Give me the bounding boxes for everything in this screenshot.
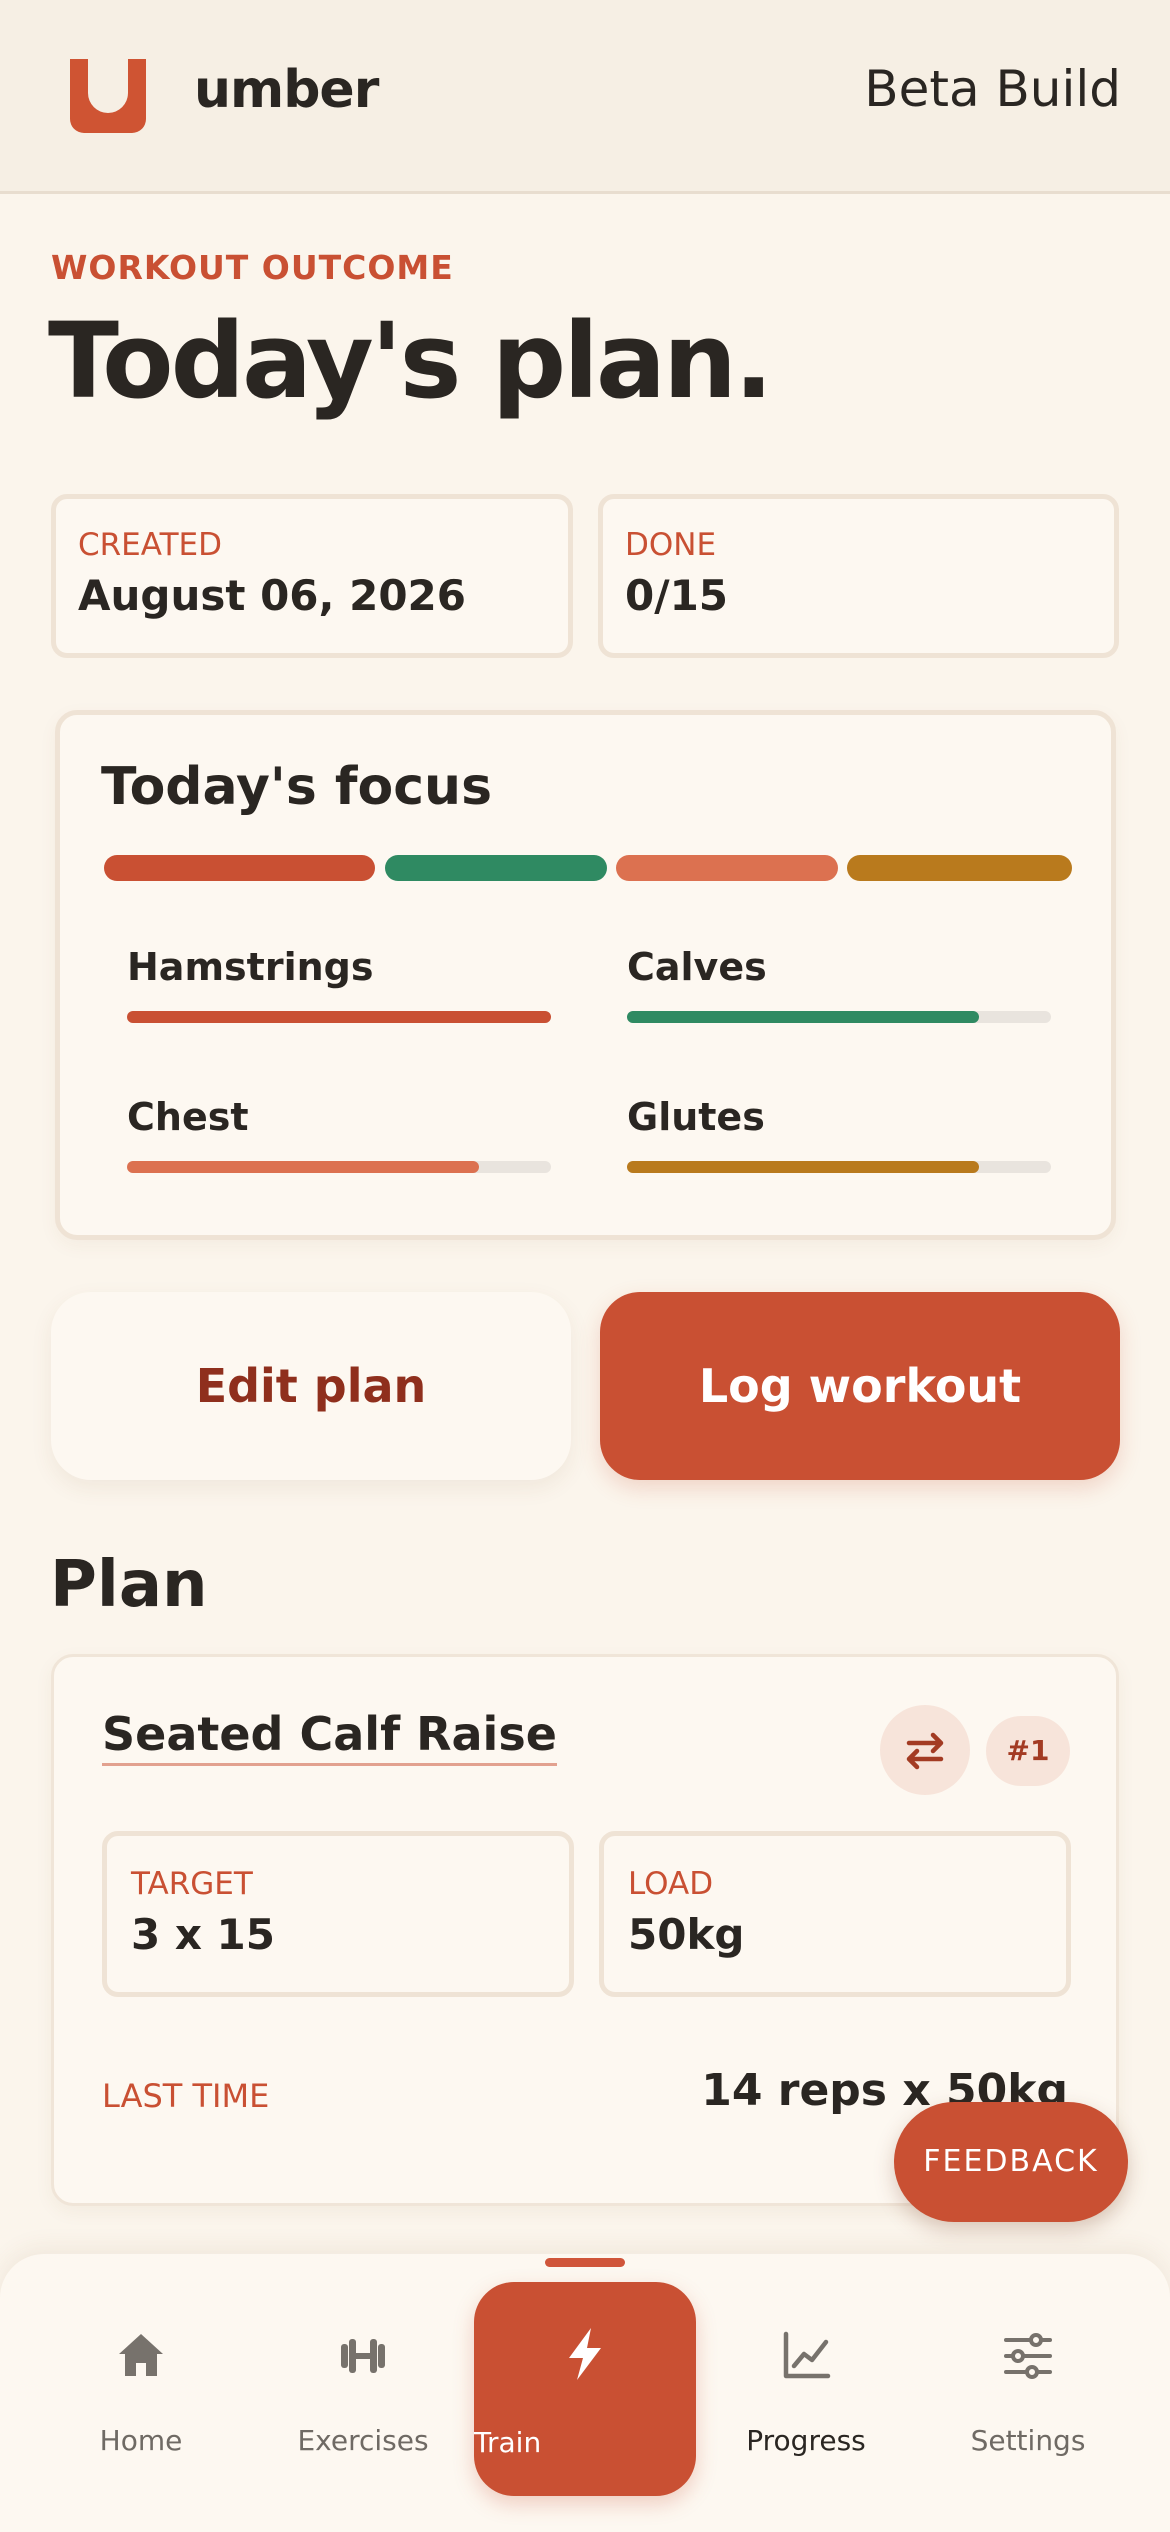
muscle-fill (627, 1161, 979, 1173)
swap-exercise-button[interactable] (880, 1705, 970, 1795)
load-stat: LOAD 50kg (599, 1831, 1071, 1997)
focus-segment-4 (847, 855, 1072, 881)
focus-segment-2 (385, 855, 607, 881)
muscle-track (127, 1161, 551, 1173)
home-icon (119, 2334, 163, 2376)
focus-title: Today's focus (101, 757, 493, 817)
nav-item-home[interactable]: Home (36, 2254, 246, 2532)
dumbbell-icon (341, 2339, 385, 2373)
load-label: LOAD (628, 1866, 714, 1902)
edit-plan-button[interactable]: Edit plan (51, 1292, 571, 1480)
nav-label: Exercises (297, 2424, 429, 2457)
muscle-fill (127, 1011, 551, 1023)
nav-label: Home (99, 2424, 183, 2457)
muscle-name: Chest (127, 1095, 249, 1139)
target-value: 3 x 15 (131, 1910, 276, 1959)
feedback-button[interactable]: FEEDBACK (894, 2102, 1128, 2222)
nav-item-exercises[interactable]: Exercises (258, 2254, 468, 2532)
rank-badge: #1 (986, 1716, 1070, 1786)
muscle-name: Hamstrings (127, 945, 374, 989)
created-value: August 06, 2026 (78, 571, 466, 620)
load-value: 50kg (628, 1910, 745, 1959)
log-workout-button[interactable]: Log workout (600, 1292, 1120, 1480)
created-stat: CREATED August 06, 2026 (51, 494, 573, 658)
muscle-track (627, 1011, 1051, 1023)
focus-card: Today's focus Hamstrings Calves Chest Gl… (55, 710, 1116, 1240)
nav-label: Progress (746, 2424, 866, 2457)
muscle-track (127, 1011, 551, 1023)
done-label: DONE (625, 527, 717, 563)
build-label: Beta Build (864, 60, 1121, 118)
active-tab-indicator (545, 2258, 625, 2267)
brand-name: umber (194, 60, 379, 120)
nav-item-progress[interactable]: Progress (701, 2254, 911, 2532)
last-time-label: LAST TIME (102, 2077, 270, 2115)
swap-arrows-icon (906, 1732, 944, 1770)
chart-line-icon (783, 2331, 831, 2379)
sliders-icon (1004, 2333, 1052, 2379)
app-screen: umber Beta Build WORKOUT OUTCOME Today's… (0, 0, 1170, 2532)
done-stat: DONE 0/15 (598, 494, 1119, 658)
focus-segment-1 (104, 855, 375, 881)
page-title: Today's plan. (48, 300, 774, 422)
page-eyebrow: WORKOUT OUTCOME (51, 248, 454, 287)
app-header: umber Beta Build (0, 0, 1170, 194)
target-label: TARGET (131, 1866, 253, 1902)
muscle-name: Calves (627, 945, 767, 989)
lightning-icon (569, 2328, 601, 2380)
umber-logo-icon (70, 59, 146, 133)
nav-label: Settings (970, 2424, 1086, 2457)
muscle-track (627, 1161, 1051, 1173)
muscle-fill (627, 1011, 979, 1023)
bottom-nav: Home Exercises Train Progress Settings (0, 2254, 1170, 2532)
nav-label: Train (474, 2426, 542, 2459)
nav-item-settings[interactable]: Settings (923, 2254, 1133, 2532)
focus-segment-3 (616, 855, 838, 881)
created-label: CREATED (78, 527, 222, 563)
target-stat: TARGET 3 x 15 (102, 1831, 574, 1997)
muscle-fill (127, 1161, 479, 1173)
done-value: 0/15 (625, 571, 729, 620)
plan-section-title: Plan (50, 1548, 208, 1622)
muscle-name: Glutes (627, 1095, 765, 1139)
nav-item-train[interactable]: Train (474, 2282, 696, 2496)
exercise-name[interactable]: Seated Calf Raise (102, 1707, 557, 1766)
